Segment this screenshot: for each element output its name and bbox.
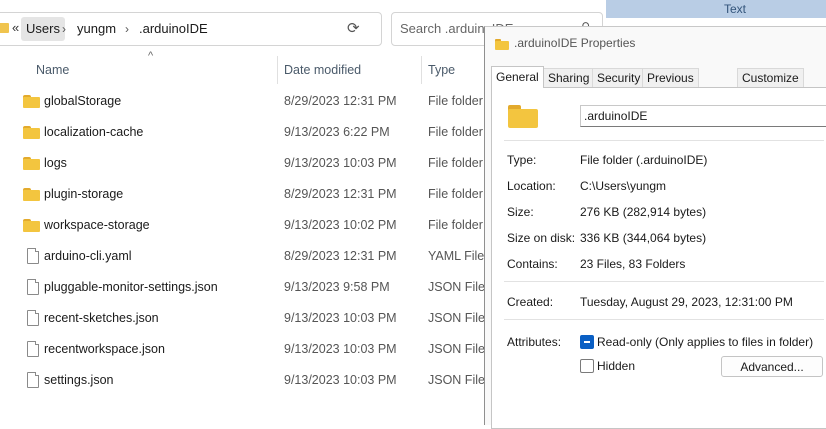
attributes-label: Attributes: bbox=[507, 335, 562, 349]
folder-icon bbox=[23, 188, 40, 201]
file-type: JSON File bbox=[428, 280, 485, 294]
file-type: File folder bbox=[428, 94, 483, 108]
chevron-right-icon[interactable]: › bbox=[125, 17, 129, 41]
advanced-button[interactable]: Advanced... bbox=[721, 356, 823, 377]
dialog-title: .arduinoIDE Properties bbox=[514, 36, 636, 50]
contains-value: 23 Files, 83 Folders bbox=[580, 257, 686, 271]
file-type: File folder bbox=[428, 156, 483, 170]
location-label: Location: bbox=[507, 179, 556, 193]
background-header-text: Text bbox=[724, 2, 747, 16]
sort-ascending-icon: ^ bbox=[148, 50, 154, 62]
file-icon bbox=[27, 310, 39, 326]
file-icon bbox=[27, 279, 39, 295]
created-value: Tuesday, August 29, 2023, 12:31:00 PM bbox=[580, 295, 793, 309]
address-bar[interactable]: « Users › yungm › .arduinoIDE ⟳ bbox=[0, 12, 382, 46]
file-name: workspace-storage bbox=[44, 218, 150, 232]
file-icon bbox=[27, 341, 39, 357]
divider bbox=[504, 319, 824, 320]
column-header-date[interactable]: Date modified bbox=[284, 62, 361, 78]
file-type: YAML File bbox=[428, 249, 485, 263]
file-name: pluggable-monitor-settings.json bbox=[44, 280, 218, 294]
background-column-header: Text bbox=[606, 0, 826, 18]
tab-customize[interactable]: Customize bbox=[737, 68, 804, 87]
file-type: JSON File bbox=[428, 342, 485, 356]
size-on-disk-label: Size on disk: bbox=[507, 231, 576, 245]
folder-icon bbox=[23, 219, 40, 232]
refresh-icon[interactable]: ⟳ bbox=[347, 19, 360, 37]
properties-dialog: .arduinoIDE Properties General Sharing S… bbox=[484, 26, 826, 429]
hidden-label[interactable]: Hidden bbox=[597, 359, 635, 373]
file-date: 9/13/2023 10:02 PM bbox=[284, 218, 397, 232]
file-name: arduino-cli.yaml bbox=[44, 249, 132, 263]
size-label: Size: bbox=[507, 205, 534, 219]
size-value: 276 KB (282,914 bytes) bbox=[580, 205, 707, 219]
file-name: localization-cache bbox=[44, 125, 144, 139]
hidden-checkbox[interactable] bbox=[580, 359, 594, 373]
folder-icon bbox=[508, 105, 538, 128]
folder-icon bbox=[23, 126, 40, 139]
folder-icon bbox=[23, 95, 40, 108]
file-type: JSON File bbox=[428, 373, 485, 387]
location-value: C:\Users\yungm bbox=[580, 179, 667, 193]
chevron-right-icon[interactable]: › bbox=[62, 17, 66, 41]
folder-name-field[interactable] bbox=[580, 105, 826, 127]
file-icon bbox=[27, 248, 39, 264]
file-type: File folder bbox=[428, 125, 483, 139]
file-date: 9/13/2023 10:03 PM bbox=[284, 342, 397, 356]
file-date: 8/29/2023 12:31 PM bbox=[284, 187, 397, 201]
tab-security[interactable]: Security bbox=[592, 68, 646, 87]
file-date: 9/13/2023 6:22 PM bbox=[284, 125, 390, 139]
expand-path-button[interactable]: « bbox=[12, 20, 19, 35]
file-name: recentworkspace.json bbox=[44, 342, 165, 356]
readonly-label[interactable]: Read-only (Only applies to files in fold… bbox=[597, 335, 813, 349]
file-type: File folder bbox=[428, 187, 483, 201]
created-label: Created: bbox=[507, 295, 554, 309]
general-tab-panel: Type: File folder (.arduinoIDE) Location… bbox=[491, 87, 826, 429]
file-date: 9/13/2023 10:03 PM bbox=[284, 373, 397, 387]
divider bbox=[504, 140, 824, 141]
folder-icon bbox=[495, 39, 509, 50]
file-name: globalStorage bbox=[44, 94, 122, 108]
file-icon bbox=[27, 372, 39, 388]
column-divider[interactable] bbox=[277, 56, 278, 84]
column-header-type[interactable]: Type bbox=[428, 62, 455, 78]
file-date: 9/13/2023 9:58 PM bbox=[284, 280, 390, 294]
type-label: Type: bbox=[507, 153, 537, 167]
file-name: recent-sketches.json bbox=[44, 311, 159, 325]
tab-previous-versions[interactable]: Previous Versions bbox=[642, 68, 699, 103]
size-on-disk-value: 336 KB (344,064 bytes) bbox=[580, 231, 707, 245]
file-type: JSON File bbox=[428, 311, 485, 325]
file-date: 9/13/2023 10:03 PM bbox=[284, 311, 397, 325]
file-date: 8/29/2023 12:31 PM bbox=[284, 249, 397, 263]
file-name: plugin-storage bbox=[44, 187, 124, 201]
breadcrumb-users[interactable]: Users bbox=[21, 17, 65, 41]
file-name: settings.json bbox=[44, 373, 114, 387]
divider bbox=[504, 281, 824, 282]
readonly-checkbox[interactable] bbox=[580, 335, 594, 349]
tab-sharing[interactable]: Sharing bbox=[543, 68, 595, 87]
folder-icon bbox=[0, 23, 9, 33]
file-date: 8/29/2023 12:31 PM bbox=[284, 94, 397, 108]
breadcrumb-yungm[interactable]: yungm bbox=[72, 17, 121, 41]
column-header-name[interactable]: Name bbox=[36, 62, 69, 78]
contains-label: Contains: bbox=[507, 257, 558, 271]
column-divider[interactable] bbox=[421, 56, 422, 84]
breadcrumb-arduinoide[interactable]: .arduinoIDE bbox=[134, 17, 213, 41]
type-value: File folder (.arduinoIDE) bbox=[580, 153, 708, 167]
file-name: logs bbox=[44, 156, 67, 170]
folder-icon bbox=[23, 157, 40, 170]
tab-general[interactable]: General bbox=[491, 66, 544, 88]
file-type: File folder bbox=[428, 218, 483, 232]
file-date: 9/13/2023 10:03 PM bbox=[284, 156, 397, 170]
